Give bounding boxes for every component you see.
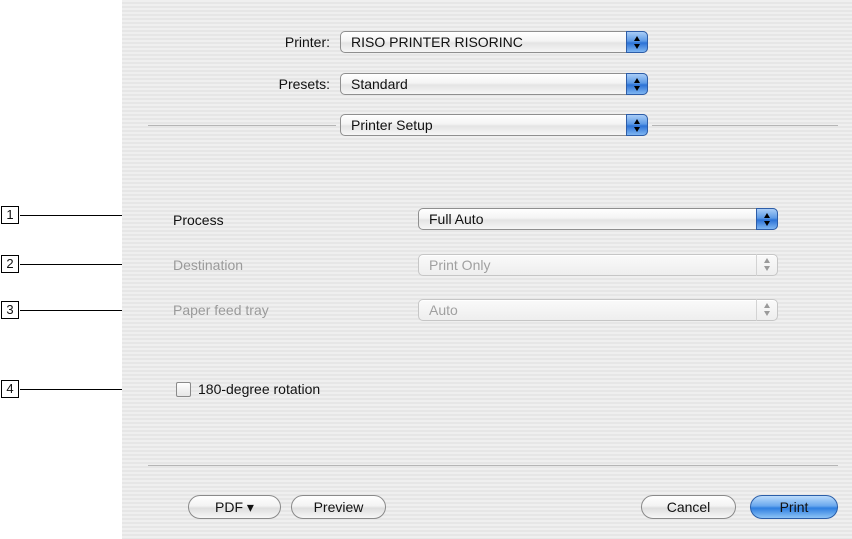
presets-select[interactable]: Standard — [340, 73, 648, 95]
cancel-button[interactable]: Cancel — [641, 495, 736, 519]
printer-select[interactable]: RISO PRINTER RISORINC — [340, 31, 648, 53]
callout-2: 2 — [1, 255, 19, 273]
destination-select-value: Print Only — [429, 257, 491, 273]
paper-feed-label: Paper feed tray — [173, 302, 269, 318]
presets-select-value: Standard — [351, 76, 408, 92]
callout-4: 4 — [1, 380, 19, 398]
pdf-button[interactable]: PDF ▾ — [188, 495, 281, 519]
print-button[interactable]: Print — [750, 495, 838, 519]
select-arrows-icon — [626, 31, 648, 53]
destination-select[interactable]: Print Only — [418, 254, 778, 276]
panel-select-value: Printer Setup — [351, 117, 433, 133]
presets-label: Presets: — [278, 76, 330, 92]
rotation-label[interactable]: 180-degree rotation — [198, 381, 320, 397]
bottom-separator — [148, 465, 838, 466]
rotation-checkbox[interactable] — [176, 382, 191, 397]
select-arrows-icon — [626, 114, 648, 136]
select-arrows-icon — [626, 73, 648, 95]
process-select[interactable]: Full Auto — [418, 208, 778, 230]
panel-select[interactable]: Printer Setup — [340, 114, 648, 136]
printer-label: Printer: — [284, 34, 330, 50]
select-arrows-icon — [756, 254, 778, 276]
destination-label: Destination — [173, 257, 244, 273]
select-arrows-icon — [756, 299, 778, 321]
separator-right — [652, 125, 838, 126]
paper-feed-select[interactable]: Auto — [418, 299, 778, 321]
callout-1: 1 — [1, 206, 19, 224]
process-label: Process — [173, 212, 224, 228]
preview-button[interactable]: Preview — [291, 495, 386, 519]
paper-feed-select-value: Auto — [429, 302, 458, 318]
select-arrows-icon — [756, 208, 778, 230]
process-select-value: Full Auto — [429, 211, 484, 227]
callout-3: 3 — [1, 301, 19, 319]
separator-left — [148, 125, 336, 126]
printer-select-value: RISO PRINTER RISORINC — [351, 34, 523, 50]
